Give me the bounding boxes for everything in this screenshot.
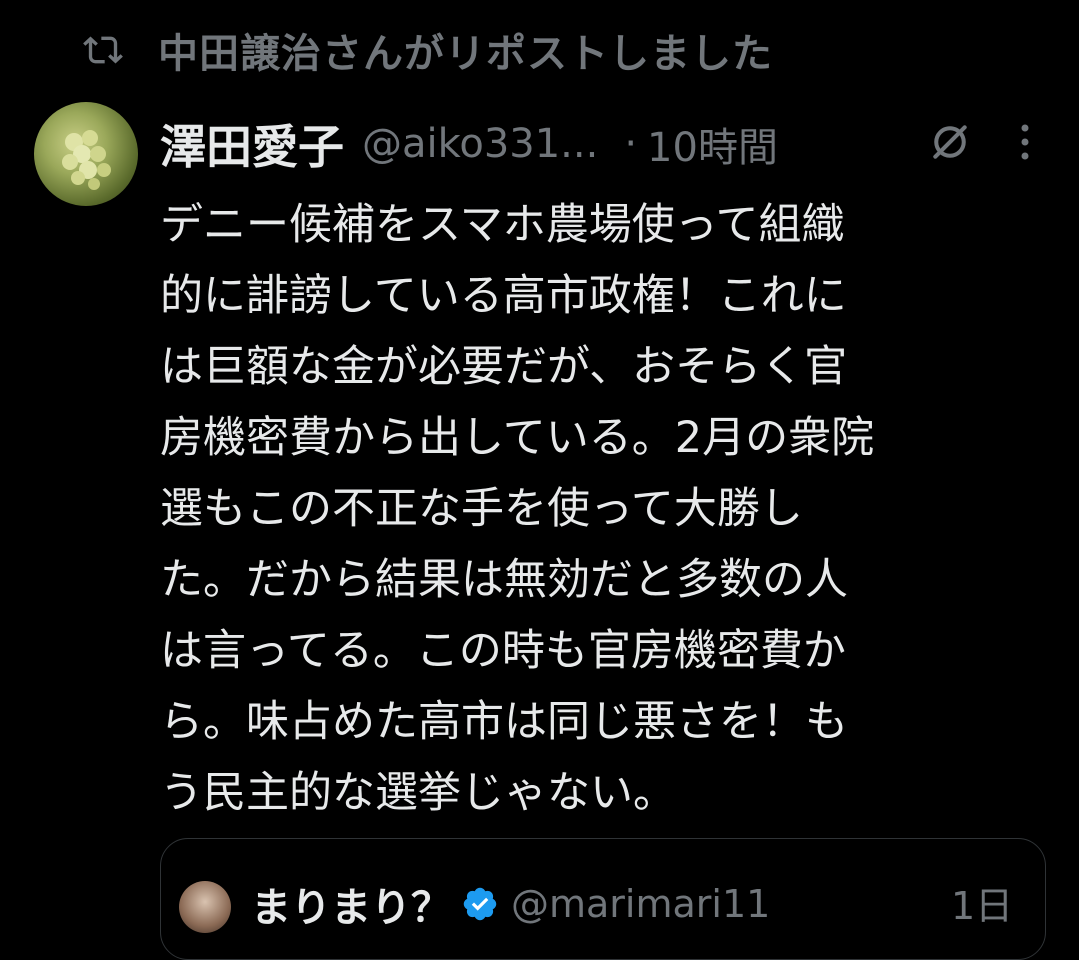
tweet-text-line: た。だから結果は無効だと多数の人 [160, 555, 848, 605]
quoted-author-handle[interactable]: @marimari11 [511, 882, 770, 926]
more-icon[interactable] [1010, 120, 1040, 164]
tweet-header: 澤田愛子 @aiko331... · 10時間 [160, 112, 778, 176]
tweet-text-line: ら。味占めた高市は同じ悪さを！も [160, 697, 848, 747]
quoted-post-timestamp[interactable]: 1日 [951, 875, 1013, 930]
post-timestamp[interactable]: 10時間 [647, 115, 778, 173]
author-avatar[interactable] [34, 102, 138, 206]
tweet-body: デニー候補をスマホ農場使って組織 的に誹謗している高市政権！これに は巨額な金が… [160, 190, 1050, 829]
author-display-name[interactable]: 澤田愛子 [160, 111, 344, 177]
tweet-text-line: は言ってる。この時も官房機密費か [160, 626, 846, 676]
repost-indicator[interactable]: 中田譲治さんがリポストしました [80, 22, 773, 78]
repost-label: 中田譲治さんがリポストしました [158, 31, 773, 77]
tweet-text-line: は巨額な金が必要だが、おそらく官 [160, 342, 848, 392]
quoted-post-header: まりまり？ @marimari11 [251, 875, 770, 933]
tweet-text-line: 選もこの不正な手を使って大勝し [160, 484, 803, 534]
tweet-text-line: 的に誹謗している高市政権！これに [160, 271, 847, 321]
repost-icon [80, 27, 126, 73]
quoted-author-display-name[interactable]: まりまり？ [251, 875, 451, 933]
quoted-author-avatar[interactable] [179, 881, 231, 933]
verified-badge-icon [461, 885, 499, 923]
tweet-text-line: 房機密費から出している。2月の衆院 [160, 413, 875, 463]
quoted-post-card[interactable]: まりまり？ @marimari11 1日 [160, 838, 1046, 960]
author-handle[interactable]: @aiko331... [362, 121, 598, 167]
tweet-text-line: デニー候補をスマホ農場使って組織 [160, 200, 845, 250]
grok-icon[interactable] [926, 118, 974, 166]
tweet-text-line: う民主的な選挙じゃない。 [160, 768, 676, 818]
separator-dot: · [624, 121, 638, 167]
